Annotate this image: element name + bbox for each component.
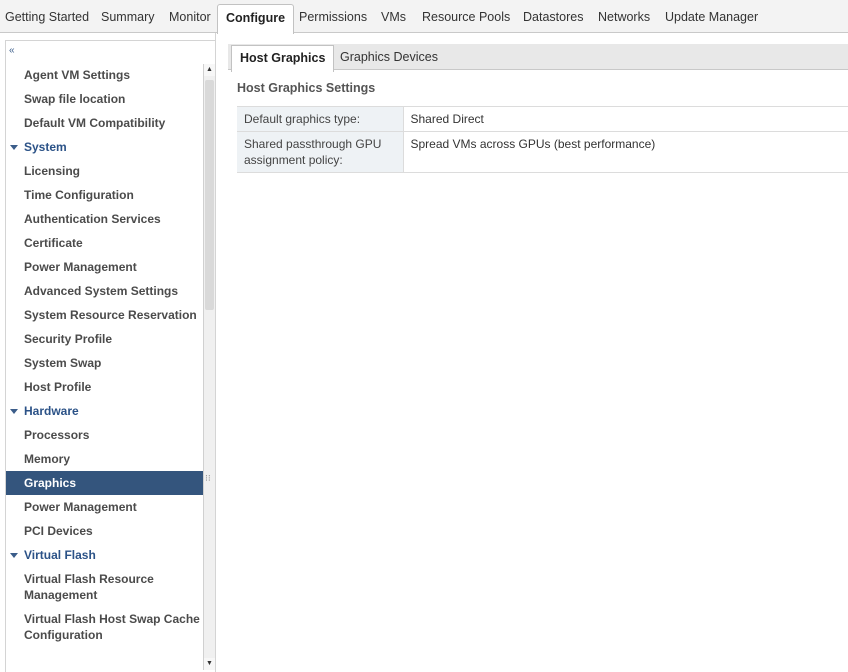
nav-section-label: System	[24, 140, 67, 154]
nav-item-agent-vm-settings[interactable]: Agent VM Settings	[6, 63, 204, 87]
nav-section-label: Hardware	[24, 404, 79, 418]
scroll-up-icon[interactable]: ▲	[204, 64, 215, 76]
panel-divider	[215, 33, 216, 672]
tab-update-manager[interactable]: Update Manager	[665, 5, 758, 33]
nav-item-authentication-services[interactable]: Authentication Services	[6, 207, 204, 231]
scroll-down-icon[interactable]: ▼	[204, 658, 215, 670]
nav-item-security-profile[interactable]: Security Profile	[6, 327, 204, 351]
nav-scrollbar[interactable]: ▲ ▼	[203, 64, 215, 670]
nav-item-default-vm-compatibility[interactable]: Default VM Compatibility	[6, 111, 204, 135]
property-key: Shared passthrough GPU assignment policy…	[237, 131, 404, 173]
tab-datastores[interactable]: Datastores	[523, 5, 583, 33]
tab-permissions[interactable]: Permissions	[299, 5, 367, 33]
nav-item-virtual-flash-resource-management[interactable]: Virtual Flash Resource Management	[6, 567, 204, 607]
nav-item-host-profile[interactable]: Host Profile	[6, 375, 204, 399]
nav-item-time-configuration[interactable]: Time Configuration	[6, 183, 204, 207]
tab-monitor[interactable]: Monitor	[169, 5, 211, 33]
nav-section-virtual-flash[interactable]: Virtual Flash	[6, 543, 204, 567]
nav-item-advanced-system-settings[interactable]: Advanced System Settings	[6, 279, 204, 303]
nav-item-hardware-power-management[interactable]: Power Management	[6, 495, 204, 519]
nav-item-graphics[interactable]: Graphics	[6, 471, 204, 495]
nav-section-label: Virtual Flash	[24, 548, 96, 562]
nav-item-system-resource-reservation[interactable]: System Resource Reservation	[6, 303, 204, 327]
panel-title: Host Graphics Settings	[237, 81, 376, 95]
top-tab-bar: Getting Started Summary Monitor Configur…	[0, 0, 848, 34]
tab-getting-started[interactable]: Getting Started	[5, 5, 89, 33]
tab-configure[interactable]: Configure	[217, 4, 295, 34]
nav-item-virtual-flash-host-swap-cache[interactable]: Virtual Flash Host Swap Cache Configurat…	[6, 607, 204, 647]
nav-item-pci-devices[interactable]: PCI Devices	[6, 519, 204, 543]
tab-summary[interactable]: Summary	[101, 5, 154, 33]
tab-host-graphics[interactable]: Host Graphics	[231, 45, 335, 72]
nav-item-swap-file-location[interactable]: Swap file location	[6, 87, 204, 111]
nav-item-licensing[interactable]: Licensing	[6, 159, 204, 183]
tab-vms[interactable]: VMs	[381, 5, 406, 33]
nav-item-certificate[interactable]: Certificate	[6, 231, 204, 255]
property-value: Spread VMs across GPUs (best performance…	[403, 131, 848, 173]
property-key: Default graphics type:	[237, 106, 404, 132]
caret-down-icon	[10, 145, 18, 150]
caret-down-icon	[10, 409, 18, 414]
settings-nav-panel: « Agent VM Settings Swap file location D…	[0, 33, 216, 672]
table-row: Default graphics type: Shared Direct	[237, 106, 848, 132]
scroll-thumb[interactable]	[205, 80, 214, 310]
nav-item-system-swap[interactable]: System Swap	[6, 351, 204, 375]
table-row: Shared passthrough GPU assignment policy…	[237, 131, 848, 173]
property-value: Shared Direct	[403, 106, 848, 132]
nav-item-power-management[interactable]: Power Management	[6, 255, 204, 279]
tab-networks[interactable]: Networks	[598, 5, 650, 33]
settings-nav-list: « Agent VM Settings Swap file location D…	[5, 40, 215, 672]
nav-item-processors[interactable]: Processors	[6, 423, 204, 447]
collapse-panel-icon[interactable]: «	[9, 46, 21, 56]
tab-resource-pools[interactable]: Resource Pools	[422, 5, 510, 33]
tab-graphics-devices[interactable]: Graphics Devices	[340, 44, 438, 70]
nav-item-memory[interactable]: Memory	[6, 447, 204, 471]
nav-section-system[interactable]: System	[6, 135, 204, 159]
nav-section-hardware[interactable]: Hardware	[6, 399, 204, 423]
splitter-grip-icon[interactable]: ⁝⁝	[205, 474, 213, 487]
host-graphics-settings-table: Default graphics type: Shared Direct Sha…	[237, 106, 848, 173]
caret-down-icon	[10, 553, 18, 558]
sub-tab-bar: Host Graphics Graphics Devices	[228, 44, 848, 72]
